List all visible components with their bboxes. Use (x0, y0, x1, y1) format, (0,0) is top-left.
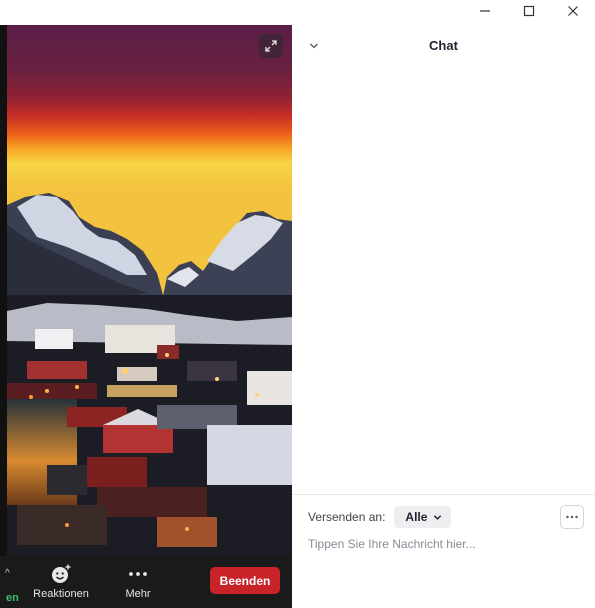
maximize-button[interactable] (507, 0, 551, 22)
chat-title: Chat (429, 38, 458, 53)
recipient-value: Alle (405, 510, 428, 524)
maximize-icon (523, 5, 535, 17)
caret-up-icon[interactable]: ^ (5, 568, 10, 579)
recipient-dropdown[interactable]: Alle (394, 506, 452, 528)
chevron-down-icon (433, 513, 442, 522)
reactions-button[interactable]: Reaktionen (32, 563, 90, 600)
expand-button[interactable] (259, 34, 283, 58)
close-button[interactable] (551, 0, 595, 22)
chat-messages-area (292, 68, 595, 493)
more-button[interactable]: Mehr (118, 563, 158, 600)
chat-panel: Chat Versenden an: Alle (292, 22, 595, 608)
minimize-button[interactable] (463, 0, 507, 22)
more-label: Mehr (125, 588, 151, 600)
window-controls (463, 0, 595, 22)
meeting-toolbar: ^ en Reaktionen Mehr Beenden (0, 556, 292, 608)
ellipsis-icon (127, 563, 149, 585)
video-panel: ^ en Reaktionen Mehr Beenden (0, 25, 292, 608)
landscape-video-image (7, 25, 292, 556)
smiley-plus-icon (50, 563, 72, 585)
send-to-label: Versenden an: (308, 510, 386, 524)
video-feed[interactable] (7, 25, 292, 556)
expand-icon (265, 40, 277, 52)
send-to-row: Versenden an: Alle (308, 506, 452, 528)
chat-message-input[interactable] (308, 534, 583, 554)
reactions-label: Reaktionen (33, 588, 89, 600)
minimize-icon (480, 10, 490, 12)
partial-toolbar-label: en (6, 592, 19, 604)
close-icon (568, 6, 578, 16)
end-meeting-button[interactable]: Beenden (210, 567, 280, 594)
ellipsis-icon (566, 515, 578, 519)
chat-more-options-button[interactable] (560, 505, 584, 529)
chat-header: Chat (292, 22, 595, 68)
chat-divider (292, 494, 595, 495)
